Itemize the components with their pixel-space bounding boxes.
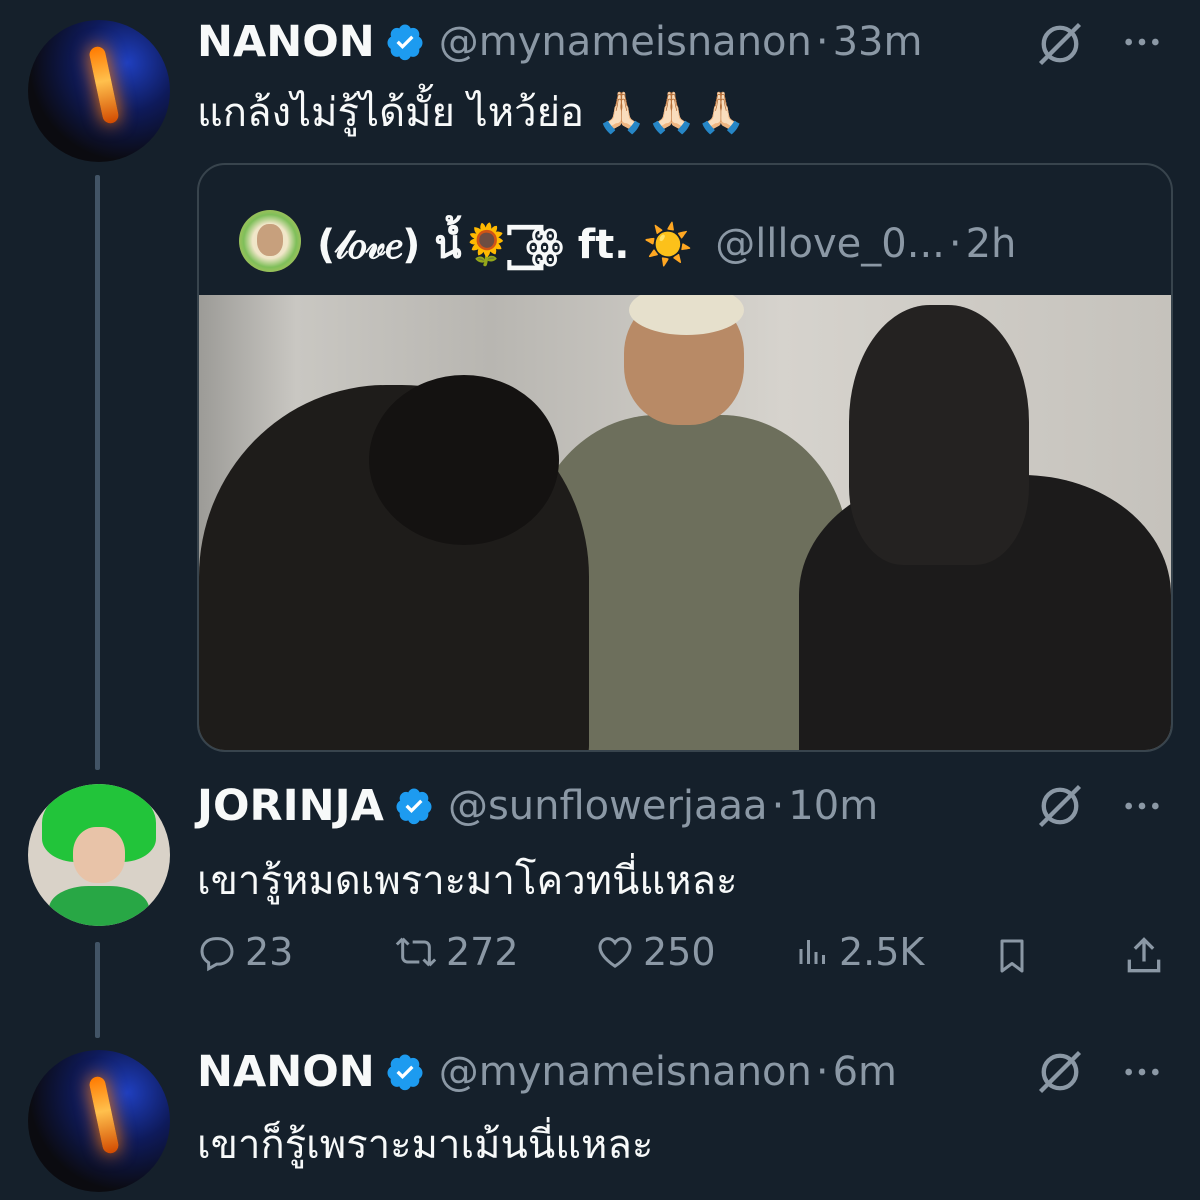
tweet-text: แกล้งไม่รู้ได้มั้ย ไหว้ย่อ 🙏🏻🙏🏻🙏🏻 bbox=[197, 90, 747, 136]
grok-icon[interactable] bbox=[1034, 18, 1086, 70]
like-count: 250 bbox=[643, 930, 716, 974]
quoted-tweet-header: (𝓁𝑜𝓋𝑒) นํ้🌻 ꙱ꙮ ft. ☀️ @lllove_0... · 2h bbox=[317, 212, 1016, 276]
tweet-action-bar: 23 272 250 2.5K bbox=[197, 930, 1172, 984]
like-button[interactable]: 250 bbox=[595, 930, 716, 974]
display-name[interactable]: (𝓁𝑜𝓋𝑒) นํ้🌻 ꙱ꙮ ft. ☀️ bbox=[317, 212, 693, 276]
reply-button[interactable]: 23 bbox=[197, 930, 293, 974]
more-options-icon[interactable] bbox=[1118, 786, 1166, 826]
user-handle[interactable]: @mynameisnanon bbox=[439, 1049, 812, 1095]
tweet-header: NANON @mynameisnanon · 6m bbox=[197, 1044, 897, 1099]
display-name[interactable]: NANON bbox=[197, 1047, 375, 1097]
tweet-header: JORINJA @sunflowerjaaa · 10m bbox=[197, 778, 878, 833]
timestamp[interactable]: 10m bbox=[788, 783, 878, 829]
display-name[interactable]: JORINJA bbox=[197, 781, 384, 831]
thread-line bbox=[95, 175, 100, 770]
user-handle[interactable]: @lllove_0... bbox=[715, 221, 945, 267]
timestamp[interactable]: 33m bbox=[833, 19, 923, 65]
retweet-button[interactable]: 272 bbox=[394, 930, 519, 974]
retweet-count: 272 bbox=[446, 930, 519, 974]
avatar[interactable] bbox=[28, 784, 170, 926]
views-chart-icon bbox=[799, 940, 825, 964]
separator-dot: · bbox=[771, 782, 785, 829]
verified-badge-icon[interactable] bbox=[385, 22, 425, 62]
tweet-text: เขารู้หมดเพราะมาโควทนี่แหละ bbox=[197, 858, 738, 904]
tweet-text: เขาก็รู้เพราะมาเม้นนี่แหละ bbox=[197, 1122, 654, 1168]
avatar[interactable] bbox=[239, 210, 301, 272]
avatar[interactable] bbox=[28, 1050, 170, 1192]
reply-count: 23 bbox=[245, 930, 294, 974]
timestamp[interactable]: 2h bbox=[966, 221, 1017, 267]
reply-icon bbox=[200, 937, 234, 972]
user-handle[interactable]: @sunflowerjaaa bbox=[448, 783, 768, 829]
views-button[interactable]: 2.5K bbox=[795, 930, 924, 974]
more-options-icon[interactable] bbox=[1118, 22, 1166, 62]
share-icon[interactable] bbox=[1122, 934, 1166, 978]
user-handle[interactable]: @mynameisnanon bbox=[439, 19, 812, 65]
timestamp[interactable]: 6m bbox=[833, 1049, 897, 1095]
retweet-icon bbox=[395, 937, 437, 967]
quoted-tweet[interactable]: (𝓁𝑜𝓋𝑒) นํ้🌻 ꙱ꙮ ft. ☀️ @lllove_0... · 2h bbox=[197, 163, 1173, 752]
grok-icon[interactable] bbox=[1034, 1046, 1086, 1098]
separator-dot: · bbox=[815, 18, 829, 65]
thread-line bbox=[95, 942, 100, 1038]
bookmark-icon[interactable] bbox=[992, 934, 1032, 978]
grok-icon[interactable] bbox=[1034, 780, 1086, 832]
verified-badge-icon[interactable] bbox=[385, 1052, 425, 1092]
more-options-icon[interactable] bbox=[1118, 1052, 1166, 1092]
tweet-header: NANON @mynameisnanon · 33m bbox=[197, 14, 922, 69]
views-count: 2.5K bbox=[839, 930, 925, 974]
separator-dot: · bbox=[948, 221, 962, 267]
avatar[interactable] bbox=[28, 20, 170, 162]
display-name[interactable]: NANON bbox=[197, 17, 375, 67]
separator-dot: · bbox=[815, 1048, 829, 1095]
quoted-tweet-photo[interactable] bbox=[199, 295, 1171, 750]
verified-badge-icon[interactable] bbox=[394, 786, 434, 826]
heart-icon bbox=[598, 937, 632, 968]
